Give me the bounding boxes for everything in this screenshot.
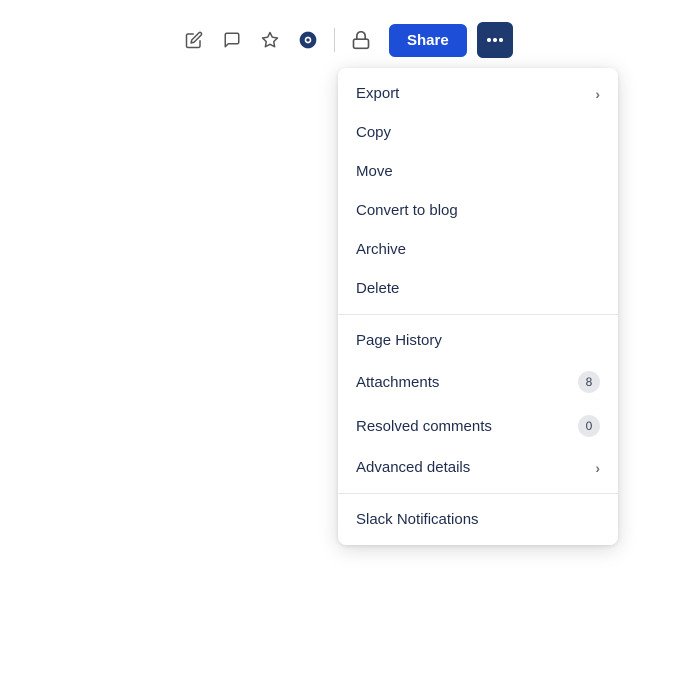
menu-item-export[interactable]: Export › xyxy=(338,74,618,113)
edit-icon[interactable] xyxy=(180,26,208,54)
resolved-comments-badge: 0 xyxy=(578,415,600,437)
ellipsis-icon xyxy=(487,38,503,42)
menu-item-advanced-details[interactable]: Advanced details › xyxy=(338,448,618,487)
export-chevron-icon: › xyxy=(595,86,600,102)
toolbar-separator xyxy=(334,28,335,52)
toolbar: Share xyxy=(160,10,664,70)
dropdown-menu: Export › Copy Move Convert to blog Archi… xyxy=(338,68,618,545)
menu-item-resolved-comments[interactable]: Resolved comments 0 xyxy=(338,404,618,448)
advanced-details-right: › xyxy=(595,460,600,476)
export-right: › xyxy=(595,86,600,102)
attachments-right: 8 xyxy=(578,371,600,393)
advanced-details-chevron-icon: › xyxy=(595,460,600,476)
menu-item-slack-notifications[interactable]: Slack Notifications xyxy=(338,500,618,539)
menu-item-move[interactable]: Move xyxy=(338,152,618,191)
menu-item-attachments[interactable]: Attachments 8 xyxy=(338,360,618,404)
menu-item-page-history[interactable]: Page History xyxy=(338,321,618,360)
menu-section-actions: Export › Copy Move Convert to blog Archi… xyxy=(338,68,618,314)
menu-item-archive[interactable]: Archive xyxy=(338,230,618,269)
menu-section-page: Page History Attachments 8 Resolved comm… xyxy=(338,314,618,493)
menu-section-integrations: Slack Notifications xyxy=(338,493,618,545)
attachments-badge: 8 xyxy=(578,371,600,393)
more-options-button[interactable] xyxy=(477,22,513,58)
menu-item-convert-to-blog[interactable]: Convert to blog xyxy=(338,191,618,230)
comment-icon[interactable] xyxy=(218,26,246,54)
resolved-comments-right: 0 xyxy=(578,415,600,437)
restriction-icon[interactable] xyxy=(347,26,375,54)
star-icon[interactable] xyxy=(256,26,284,54)
menu-item-copy[interactable]: Copy xyxy=(338,113,618,152)
share-button[interactable]: Share xyxy=(389,24,467,57)
menu-item-delete[interactable]: Delete xyxy=(338,269,618,308)
watch-icon[interactable] xyxy=(294,26,322,54)
